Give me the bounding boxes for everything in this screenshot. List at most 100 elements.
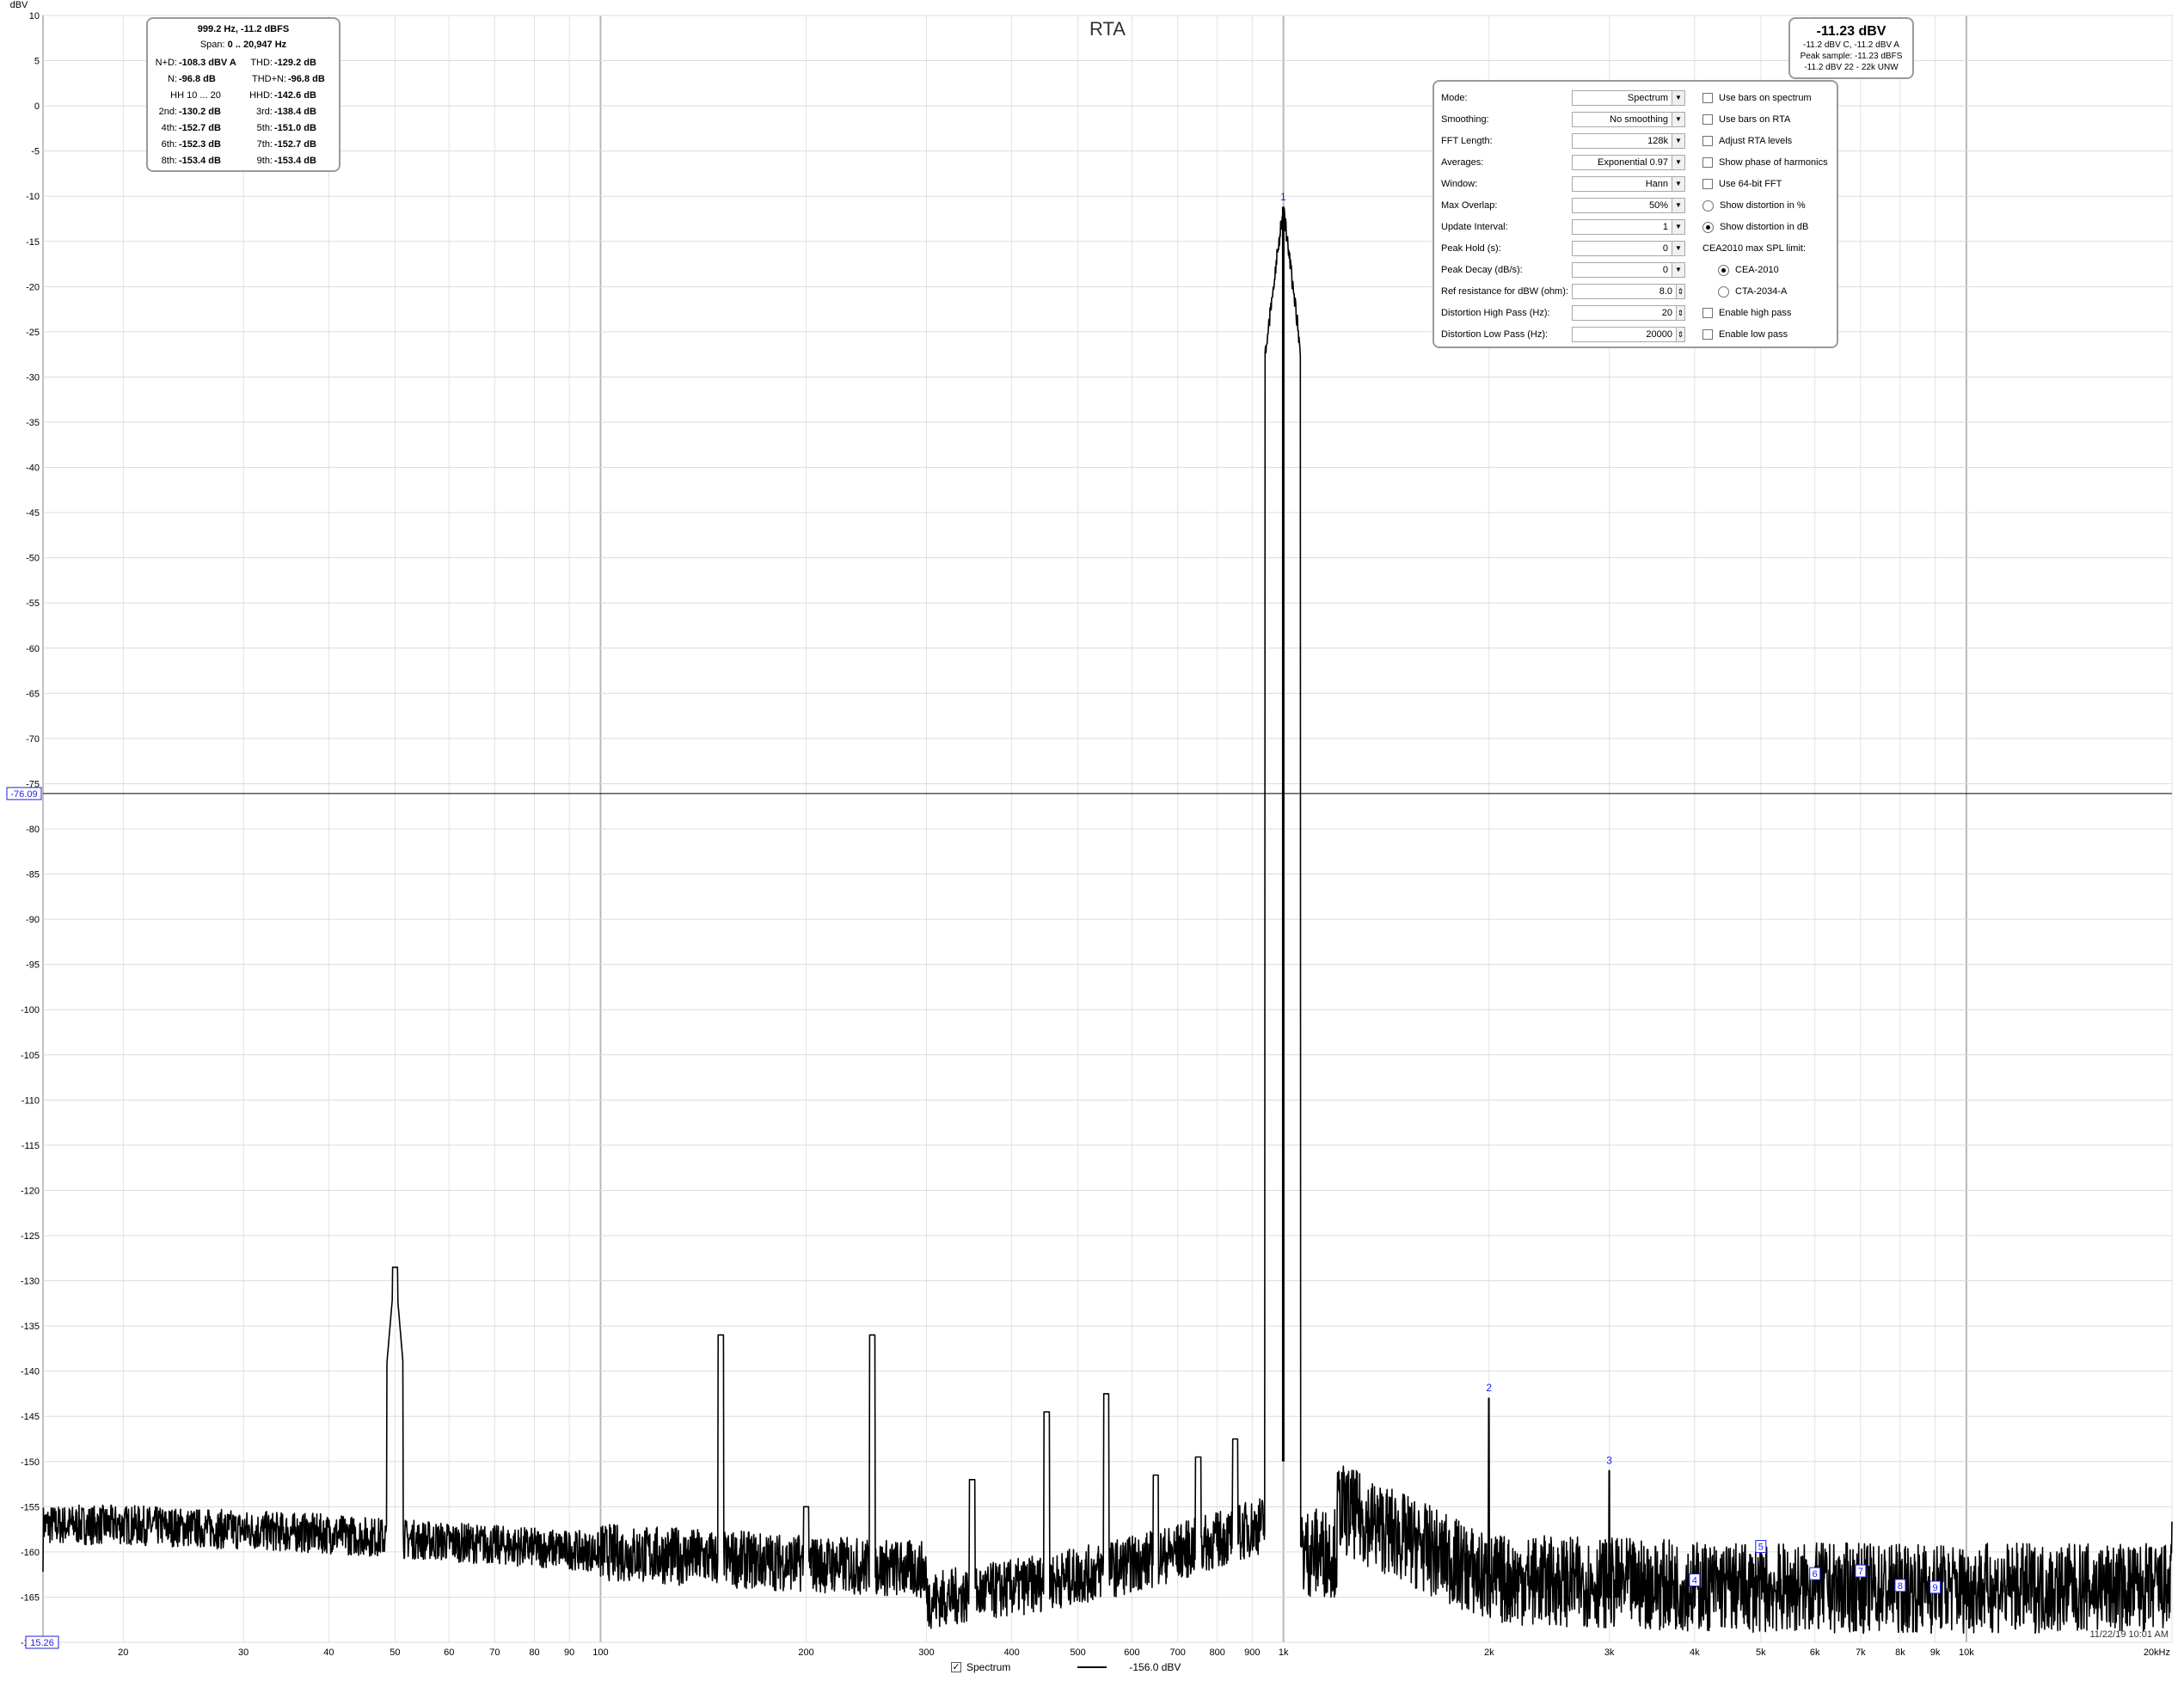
- chevron-down-icon[interactable]: ▼: [1672, 113, 1684, 126]
- chevron-down-icon[interactable]: ▼: [1672, 242, 1684, 255]
- setting-value: Hann: [1645, 179, 1668, 189]
- setting-option[interactable]: Enable high pass: [1702, 304, 1791, 322]
- checkbox[interactable]: [1702, 157, 1713, 168]
- y-tick-label: -55: [26, 598, 40, 609]
- setting-dropdown[interactable]: Exponential 0.97 ▼: [1572, 155, 1685, 170]
- harmonic-marker: 6: [1813, 1569, 1818, 1580]
- x-tick-label: 50: [390, 1647, 400, 1658]
- y-tick-label: -140: [21, 1367, 40, 1377]
- checkbox[interactable]: [1702, 179, 1713, 189]
- stats-row: N: -96.8 dB THD+N: -96.8 dB: [148, 71, 339, 88]
- stats-span: Span: 0 .. 20,947 Hz: [199, 40, 287, 50]
- stats-row: 2nd: -130.2 dB 3rd: -138.4 dB: [148, 104, 339, 120]
- setting-spinner[interactable]: 20000 ⇕: [1572, 327, 1685, 342]
- setting-value: 128k: [1647, 136, 1668, 146]
- y-tick-label: -135: [21, 1322, 40, 1332]
- chevron-down-icon[interactable]: ▼: [1672, 199, 1684, 212]
- setting-option[interactable]: Enable low pass: [1702, 325, 1788, 344]
- chevron-down-icon[interactable]: ▼: [1672, 156, 1684, 169]
- stat-label: 4th:: [161, 123, 177, 133]
- spectrum-visibility-checkbox[interactable]: ✓: [951, 1662, 961, 1672]
- radio-button[interactable]: [1718, 264, 1729, 276]
- setting-option[interactable]: Use 64-bit FFT: [1702, 175, 1782, 193]
- setting-row: Peak Hold (s): 0 ▼: [1441, 239, 1685, 258]
- setting-row: Ref resistance for dBW (ohm): 8.0 ⇕: [1441, 282, 1685, 301]
- setting-option[interactable]: Use bars on RTA: [1702, 110, 1790, 129]
- y-tick-label: -35: [26, 418, 40, 428]
- setting-spinner[interactable]: 8.0 ⇕: [1572, 284, 1685, 299]
- chevron-down-icon[interactable]: ▼: [1672, 134, 1684, 148]
- stat-cell: 4th: -152.7 dB: [148, 120, 243, 137]
- setting-option[interactable]: Show phase of harmonics: [1702, 153, 1828, 172]
- y-tick-label: -70: [26, 734, 40, 745]
- setting-row: FFT Length: 128k ▼: [1441, 132, 1685, 150]
- option-label: CTA-2034-A: [1735, 286, 1788, 297]
- stat-value: -153.4 dB: [179, 156, 221, 166]
- x-tick-label: 7k: [1856, 1647, 1866, 1658]
- harmonic-marker: 3: [1606, 1454, 1612, 1466]
- setting-dropdown[interactable]: 1 ▼: [1572, 219, 1685, 235]
- setting-dropdown[interactable]: 0 ▼: [1572, 262, 1685, 278]
- chevron-down-icon[interactable]: ▼: [1672, 263, 1684, 277]
- level-main: -11.23 dBV: [1816, 24, 1886, 39]
- setting-dropdown[interactable]: 50% ▼: [1572, 198, 1685, 213]
- setting-option[interactable]: CEA-2010: [1718, 261, 1779, 279]
- x-tick-label: 600: [1124, 1647, 1139, 1658]
- checkbox[interactable]: [1702, 136, 1713, 146]
- legend-line-swatch: [1077, 1666, 1107, 1668]
- setting-spinner[interactable]: 20 ⇕: [1572, 305, 1685, 321]
- stats-row: 6th: -152.3 dB 7th: -152.7 dB: [148, 137, 339, 153]
- checkbox[interactable]: [1702, 114, 1713, 125]
- spinner-arrows-icon[interactable]: ⇕: [1676, 306, 1684, 320]
- spinner-arrows-icon[interactable]: ⇕: [1676, 285, 1684, 298]
- option-label: Use bars on spectrum: [1719, 93, 1812, 103]
- x-tick-label: 1k: [1279, 1647, 1289, 1658]
- setting-dropdown[interactable]: No smoothing ▼: [1572, 112, 1685, 127]
- setting-value: Spectrum: [1627, 93, 1668, 103]
- stats-rows: N+D: -108.3 dBV A THD: -129.2 dB N: -96.8 dB T…: [148, 55, 339, 169]
- x-tick-label: 8k: [1895, 1647, 1905, 1658]
- x-tick-label: 300: [918, 1647, 934, 1658]
- setting-dropdown[interactable]: 0 ▼: [1572, 241, 1685, 256]
- stats-header: 999.2 Hz, -11.2 dBFS: [197, 24, 290, 34]
- setting-label: Ref resistance for dBW (ohm):: [1441, 286, 1568, 297]
- stat-cell: 5th: -151.0 dB: [243, 120, 339, 137]
- stat-cell: 9th: -153.4 dB: [243, 153, 339, 169]
- y-tick-label: -105: [21, 1051, 40, 1061]
- chevron-down-icon[interactable]: ▼: [1672, 177, 1684, 191]
- option-label: Adjust RTA levels: [1719, 136, 1793, 146]
- setting-option[interactable]: Use bars on spectrum: [1702, 89, 1812, 107]
- rta-chart[interactable]: 1050-5-10-15-20-25-30-35-40-45-50-55-60-…: [0, 0, 2184, 1681]
- y-tick-label: -85: [26, 870, 40, 880]
- radio-button[interactable]: [1702, 221, 1714, 233]
- setting-label: Mode:: [1441, 93, 1468, 103]
- setting-value: 8.0: [1659, 286, 1672, 297]
- setting-row: Peak Decay (dB/s): 0 ▼: [1441, 261, 1685, 279]
- stat-cell: THD: -129.2 dB: [243, 55, 339, 71]
- stat-label: 8th:: [161, 156, 177, 166]
- setting-dropdown[interactable]: Spectrum ▼: [1572, 90, 1685, 106]
- radio-button[interactable]: [1718, 285, 1729, 298]
- checkbox[interactable]: [1702, 329, 1713, 340]
- chevron-down-icon[interactable]: ▼: [1672, 220, 1684, 234]
- checkbox[interactable]: [1702, 308, 1713, 318]
- spinner-arrows-icon[interactable]: ⇕: [1676, 328, 1684, 341]
- setting-dropdown[interactable]: Hann ▼: [1572, 176, 1685, 192]
- y-tick-label: -125: [21, 1231, 40, 1242]
- stats-row: 8th: -153.4 dB 9th: -153.4 dB: [148, 153, 339, 169]
- chart-title: RTA: [1089, 18, 1126, 40]
- setting-option[interactable]: Show distortion in dB: [1702, 218, 1808, 236]
- setting-option[interactable]: Adjust RTA levels: [1702, 132, 1792, 150]
- setting-option[interactable]: Show distortion in %: [1702, 196, 1806, 215]
- x-tick-label: 9k: [1930, 1647, 1941, 1658]
- stat-label: THD+N:: [251, 74, 286, 84]
- timestamp: 11/22/19 10:01 AM: [2089, 1629, 2169, 1640]
- y-tick-label: -90: [26, 915, 40, 925]
- stats-row: 4th: -152.7 dB 5th: -151.0 dB: [148, 120, 339, 137]
- radio-button[interactable]: [1702, 199, 1714, 212]
- setting-option[interactable]: CTA-2034-A: [1718, 282, 1787, 301]
- checkbox[interactable]: [1702, 93, 1713, 103]
- chevron-down-icon[interactable]: ▼: [1672, 91, 1684, 105]
- setting-dropdown[interactable]: 128k ▼: [1572, 133, 1685, 149]
- setting-label: Distortion High Pass (Hz):: [1441, 308, 1550, 318]
